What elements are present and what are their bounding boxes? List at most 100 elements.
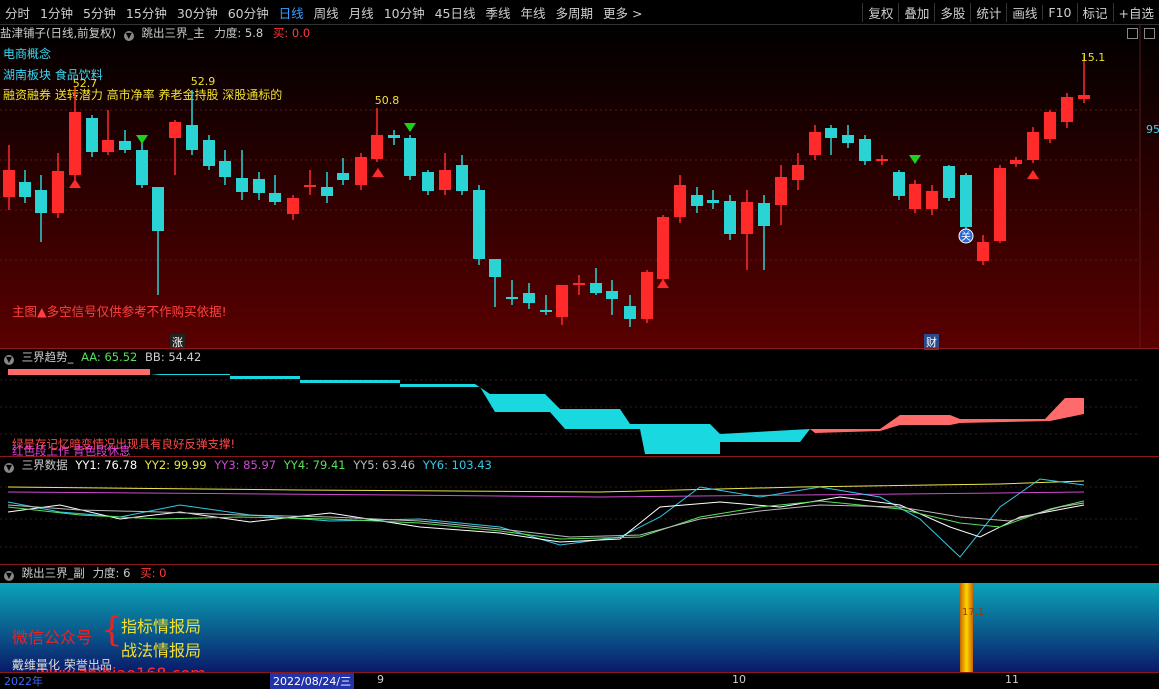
candle-body xyxy=(775,177,787,205)
candle-body xyxy=(1044,112,1056,139)
candle-body xyxy=(203,140,215,166)
trend-band-red xyxy=(8,369,150,375)
wechat-label: 微信公众号 xyxy=(12,628,93,647)
candlestick-chart[interactable]: 关 52.7 52.9 50.8 15.1 xyxy=(0,25,1159,348)
candle-body xyxy=(404,138,416,176)
period-item[interactable]: 1分钟 xyxy=(35,3,78,22)
candle-body xyxy=(624,306,636,319)
candle-body xyxy=(355,157,367,185)
candle-body xyxy=(473,190,485,259)
period-item[interactable]: 30分钟 xyxy=(172,3,223,22)
candle-body xyxy=(994,168,1006,241)
candle-body xyxy=(741,202,753,234)
candle-body xyxy=(19,182,31,197)
period-item[interactable]: 更多 > xyxy=(598,3,647,22)
tool-item[interactable]: 复权 xyxy=(862,2,898,22)
trend-band-cyan xyxy=(150,374,810,454)
candle-body xyxy=(1061,97,1073,122)
buy-signal-icon xyxy=(69,179,81,188)
candle-body xyxy=(573,283,585,285)
candle-body xyxy=(388,135,400,138)
candle-body xyxy=(876,159,888,161)
period-item[interactable]: 60分钟 xyxy=(223,3,274,22)
candle-body xyxy=(456,165,468,191)
x-axis-year: 2022年 xyxy=(4,675,43,688)
candle-body xyxy=(169,122,181,138)
x-axis xyxy=(0,672,1159,689)
candle-body xyxy=(321,187,333,196)
candle-body xyxy=(842,135,854,143)
candle-body xyxy=(960,175,972,227)
sub-strength-value: 6 xyxy=(123,566,131,580)
period-item[interactable]: 多周期 xyxy=(551,3,599,22)
candle-body xyxy=(86,118,98,152)
promo-line-2: 战法情报局 xyxy=(121,641,202,660)
tool-item[interactable]: 统计 xyxy=(970,2,1006,22)
candle-body xyxy=(758,203,770,226)
sdata-chart[interactable] xyxy=(0,457,1159,564)
period-item[interactable]: 15分钟 xyxy=(121,3,172,22)
period-item[interactable]: 季线 xyxy=(481,3,516,22)
sub-buy-label: 买: xyxy=(140,566,156,580)
signal-bar xyxy=(960,583,973,672)
price-label: 50.8 xyxy=(375,94,400,107)
candle-body xyxy=(136,150,148,185)
period-item[interactable]: 年线 xyxy=(516,3,551,22)
candle-body xyxy=(253,179,265,193)
period-item[interactable]: 10分钟 xyxy=(379,3,430,22)
period-item[interactable]: 5分钟 xyxy=(78,3,121,22)
period-item[interactable]: 日线 xyxy=(274,3,309,22)
sub-indicator-name[interactable]: 跳出三界_副 xyxy=(22,566,85,580)
candle-body xyxy=(52,171,64,213)
candle-body xyxy=(69,112,81,175)
buy-signal-icon xyxy=(657,279,669,288)
candle-body xyxy=(489,259,501,277)
x-axis-cursor-date: 2022/08/24/三 xyxy=(270,673,355,689)
candle-body xyxy=(523,293,535,303)
candle-body xyxy=(825,128,837,138)
tool-item[interactable]: F10 xyxy=(1042,4,1076,20)
candle-body xyxy=(304,185,316,187)
trend-band-red xyxy=(810,398,1084,433)
candle-body xyxy=(792,165,804,180)
right-axis-value: 95 xyxy=(1146,123,1159,136)
candle-body xyxy=(859,139,871,161)
candle-body xyxy=(371,135,383,159)
tool-item[interactable]: 标记 xyxy=(1076,2,1113,22)
x-axis-month-9: 9 xyxy=(377,673,384,686)
candle-body xyxy=(1027,132,1039,160)
period-item[interactable]: 月线 xyxy=(344,3,379,22)
marker-guan: 关 xyxy=(961,230,971,243)
tool-item[interactable]: 多股 xyxy=(934,2,970,22)
sub-strength-label: 力度: xyxy=(92,566,120,580)
yy6-line xyxy=(7,478,1085,558)
candle-body xyxy=(724,201,736,234)
candle-body xyxy=(152,187,164,231)
candle-body xyxy=(590,283,602,293)
candle-body xyxy=(186,125,198,150)
buy-signal-icon xyxy=(1027,170,1039,179)
period-item[interactable]: 分时 xyxy=(0,3,35,22)
candle-body xyxy=(1010,160,1022,164)
tool-item[interactable]: 叠加 xyxy=(898,2,934,22)
candle-body xyxy=(606,291,618,299)
candle-body xyxy=(556,285,568,317)
x-axis-month-10: 10 xyxy=(732,673,746,686)
period-item[interactable]: 周线 xyxy=(309,3,344,22)
period-menu: 分时 1分钟 5分钟 15分钟 30分钟 60分钟 日线 周线 月线 10分钟 45日线 季线 年线 多周… xyxy=(0,0,648,24)
tool-item[interactable]: 画线 xyxy=(1006,2,1042,22)
indicator-dropdown-icon[interactable]: ▼ xyxy=(4,571,14,581)
candle-body xyxy=(809,132,821,155)
x-axis-month-11: 11 xyxy=(1005,673,1019,686)
candle-body xyxy=(674,185,686,217)
period-item[interactable]: 45日线 xyxy=(430,3,481,22)
candle-body xyxy=(943,166,955,198)
tool-item[interactable]: +自选 xyxy=(1112,2,1159,22)
separator xyxy=(0,564,1159,565)
candle-body xyxy=(287,198,299,214)
candle-body xyxy=(219,161,231,177)
sell-signal-icon xyxy=(136,135,148,144)
sub-header: ▼ 跳出三界_副 力度: 6 买: 0 xyxy=(0,565,166,581)
candle-body xyxy=(909,184,921,209)
candle-body xyxy=(926,191,938,209)
